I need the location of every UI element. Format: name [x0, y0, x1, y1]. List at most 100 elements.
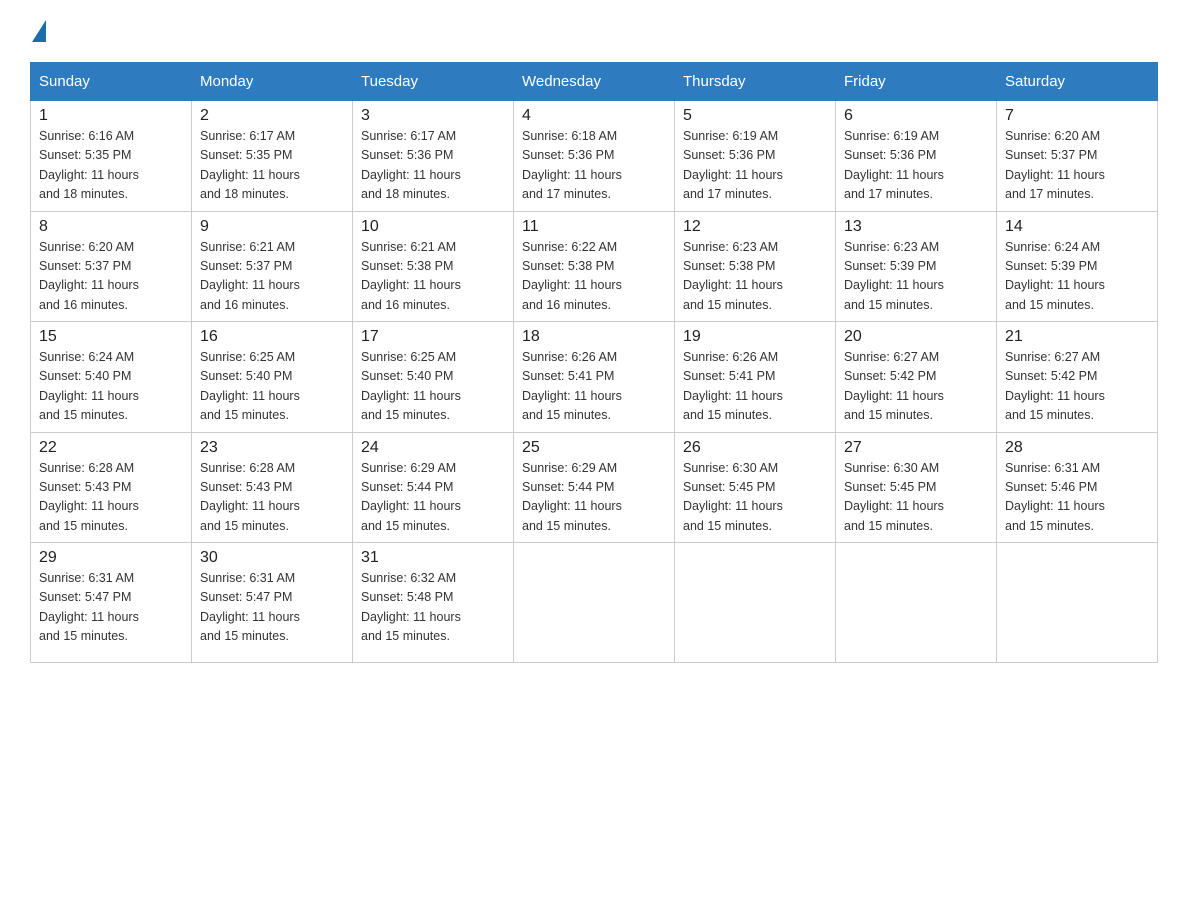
calendar-cell: 2 Sunrise: 6:17 AMSunset: 5:35 PMDayligh…	[192, 101, 353, 212]
day-info: Sunrise: 6:25 AMSunset: 5:40 PMDaylight:…	[361, 350, 461, 422]
day-number: 2	[200, 107, 344, 125]
day-info: Sunrise: 6:31 AMSunset: 5:46 PMDaylight:…	[1005, 461, 1105, 533]
page-header	[30, 20, 1158, 42]
day-header-friday: Friday	[836, 63, 997, 101]
day-info: Sunrise: 6:26 AMSunset: 5:41 PMDaylight:…	[683, 350, 783, 422]
logo	[30, 20, 48, 42]
day-number: 24	[361, 439, 505, 457]
calendar-cell: 22 Sunrise: 6:28 AMSunset: 5:43 PMDaylig…	[31, 432, 192, 543]
calendar-cell: 30 Sunrise: 6:31 AMSunset: 5:47 PMDaylig…	[192, 543, 353, 663]
day-info: Sunrise: 6:31 AMSunset: 5:47 PMDaylight:…	[39, 571, 139, 643]
calendar-week-2: 8 Sunrise: 6:20 AMSunset: 5:37 PMDayligh…	[31, 211, 1158, 322]
calendar-cell: 16 Sunrise: 6:25 AMSunset: 5:40 PMDaylig…	[192, 322, 353, 433]
calendar-cell: 3 Sunrise: 6:17 AMSunset: 5:36 PMDayligh…	[353, 101, 514, 212]
day-number: 26	[683, 439, 827, 457]
day-info: Sunrise: 6:28 AMSunset: 5:43 PMDaylight:…	[39, 461, 139, 533]
calendar-cell: 10 Sunrise: 6:21 AMSunset: 5:38 PMDaylig…	[353, 211, 514, 322]
calendar-cell: 1 Sunrise: 6:16 AMSunset: 5:35 PMDayligh…	[31, 101, 192, 212]
calendar-cell: 27 Sunrise: 6:30 AMSunset: 5:45 PMDaylig…	[836, 432, 997, 543]
calendar-cell: 18 Sunrise: 6:26 AMSunset: 5:41 PMDaylig…	[514, 322, 675, 433]
day-info: Sunrise: 6:16 AMSunset: 5:35 PMDaylight:…	[39, 129, 139, 201]
calendar-cell: 25 Sunrise: 6:29 AMSunset: 5:44 PMDaylig…	[514, 432, 675, 543]
day-info: Sunrise: 6:24 AMSunset: 5:40 PMDaylight:…	[39, 350, 139, 422]
day-number: 15	[39, 328, 183, 346]
day-header-thursday: Thursday	[675, 63, 836, 101]
day-number: 13	[844, 218, 988, 236]
calendar-cell	[675, 543, 836, 663]
calendar-cell: 26 Sunrise: 6:30 AMSunset: 5:45 PMDaylig…	[675, 432, 836, 543]
day-info: Sunrise: 6:17 AMSunset: 5:36 PMDaylight:…	[361, 129, 461, 201]
day-number: 16	[200, 328, 344, 346]
day-info: Sunrise: 6:30 AMSunset: 5:45 PMDaylight:…	[683, 461, 783, 533]
day-info: Sunrise: 6:31 AMSunset: 5:47 PMDaylight:…	[200, 571, 300, 643]
day-number: 11	[522, 218, 666, 236]
day-number: 17	[361, 328, 505, 346]
calendar-cell: 5 Sunrise: 6:19 AMSunset: 5:36 PMDayligh…	[675, 101, 836, 212]
day-number: 29	[39, 549, 183, 567]
day-info: Sunrise: 6:20 AMSunset: 5:37 PMDaylight:…	[39, 240, 139, 312]
calendar-cell: 20 Sunrise: 6:27 AMSunset: 5:42 PMDaylig…	[836, 322, 997, 433]
day-info: Sunrise: 6:32 AMSunset: 5:48 PMDaylight:…	[361, 571, 461, 643]
day-number: 1	[39, 107, 183, 125]
calendar-cell: 7 Sunrise: 6:20 AMSunset: 5:37 PMDayligh…	[997, 101, 1158, 212]
logo-triangle-icon	[32, 20, 46, 42]
calendar-cell: 24 Sunrise: 6:29 AMSunset: 5:44 PMDaylig…	[353, 432, 514, 543]
day-header-monday: Monday	[192, 63, 353, 101]
day-info: Sunrise: 6:27 AMSunset: 5:42 PMDaylight:…	[844, 350, 944, 422]
calendar-cell: 31 Sunrise: 6:32 AMSunset: 5:48 PMDaylig…	[353, 543, 514, 663]
logo-text	[30, 20, 48, 42]
calendar-cell: 9 Sunrise: 6:21 AMSunset: 5:37 PMDayligh…	[192, 211, 353, 322]
day-header-tuesday: Tuesday	[353, 63, 514, 101]
calendar-header-row: SundayMondayTuesdayWednesdayThursdayFrid…	[31, 63, 1158, 101]
day-number: 12	[683, 218, 827, 236]
calendar-cell: 21 Sunrise: 6:27 AMSunset: 5:42 PMDaylig…	[997, 322, 1158, 433]
day-number: 4	[522, 107, 666, 125]
day-number: 31	[361, 549, 505, 567]
day-info: Sunrise: 6:25 AMSunset: 5:40 PMDaylight:…	[200, 350, 300, 422]
calendar-cell: 15 Sunrise: 6:24 AMSunset: 5:40 PMDaylig…	[31, 322, 192, 433]
day-header-sunday: Sunday	[31, 63, 192, 101]
day-info: Sunrise: 6:21 AMSunset: 5:38 PMDaylight:…	[361, 240, 461, 312]
day-header-saturday: Saturday	[997, 63, 1158, 101]
day-info: Sunrise: 6:22 AMSunset: 5:38 PMDaylight:…	[522, 240, 622, 312]
calendar-cell	[514, 543, 675, 663]
day-number: 5	[683, 107, 827, 125]
day-info: Sunrise: 6:20 AMSunset: 5:37 PMDaylight:…	[1005, 129, 1105, 201]
calendar-cell: 14 Sunrise: 6:24 AMSunset: 5:39 PMDaylig…	[997, 211, 1158, 322]
day-number: 19	[683, 328, 827, 346]
day-number: 28	[1005, 439, 1149, 457]
calendar-week-4: 22 Sunrise: 6:28 AMSunset: 5:43 PMDaylig…	[31, 432, 1158, 543]
calendar-cell: 8 Sunrise: 6:20 AMSunset: 5:37 PMDayligh…	[31, 211, 192, 322]
day-info: Sunrise: 6:28 AMSunset: 5:43 PMDaylight:…	[200, 461, 300, 533]
calendar-week-1: 1 Sunrise: 6:16 AMSunset: 5:35 PMDayligh…	[31, 101, 1158, 212]
calendar-cell: 12 Sunrise: 6:23 AMSunset: 5:38 PMDaylig…	[675, 211, 836, 322]
day-info: Sunrise: 6:17 AMSunset: 5:35 PMDaylight:…	[200, 129, 300, 201]
calendar-table: SundayMondayTuesdayWednesdayThursdayFrid…	[30, 62, 1158, 663]
day-number: 22	[39, 439, 183, 457]
day-info: Sunrise: 6:23 AMSunset: 5:38 PMDaylight:…	[683, 240, 783, 312]
calendar-cell: 6 Sunrise: 6:19 AMSunset: 5:36 PMDayligh…	[836, 101, 997, 212]
calendar-cell: 11 Sunrise: 6:22 AMSunset: 5:38 PMDaylig…	[514, 211, 675, 322]
day-info: Sunrise: 6:29 AMSunset: 5:44 PMDaylight:…	[522, 461, 622, 533]
day-info: Sunrise: 6:21 AMSunset: 5:37 PMDaylight:…	[200, 240, 300, 312]
calendar-week-3: 15 Sunrise: 6:24 AMSunset: 5:40 PMDaylig…	[31, 322, 1158, 433]
day-number: 3	[361, 107, 505, 125]
calendar-cell: 23 Sunrise: 6:28 AMSunset: 5:43 PMDaylig…	[192, 432, 353, 543]
day-info: Sunrise: 6:29 AMSunset: 5:44 PMDaylight:…	[361, 461, 461, 533]
calendar-cell: 28 Sunrise: 6:31 AMSunset: 5:46 PMDaylig…	[997, 432, 1158, 543]
day-number: 18	[522, 328, 666, 346]
day-number: 23	[200, 439, 344, 457]
day-number: 7	[1005, 107, 1149, 125]
calendar-cell: 13 Sunrise: 6:23 AMSunset: 5:39 PMDaylig…	[836, 211, 997, 322]
day-number: 9	[200, 218, 344, 236]
day-info: Sunrise: 6:24 AMSunset: 5:39 PMDaylight:…	[1005, 240, 1105, 312]
calendar-cell: 29 Sunrise: 6:31 AMSunset: 5:47 PMDaylig…	[31, 543, 192, 663]
day-info: Sunrise: 6:19 AMSunset: 5:36 PMDaylight:…	[844, 129, 944, 201]
day-number: 27	[844, 439, 988, 457]
day-info: Sunrise: 6:30 AMSunset: 5:45 PMDaylight:…	[844, 461, 944, 533]
day-number: 8	[39, 218, 183, 236]
day-number: 6	[844, 107, 988, 125]
day-info: Sunrise: 6:18 AMSunset: 5:36 PMDaylight:…	[522, 129, 622, 201]
day-number: 25	[522, 439, 666, 457]
day-info: Sunrise: 6:27 AMSunset: 5:42 PMDaylight:…	[1005, 350, 1105, 422]
